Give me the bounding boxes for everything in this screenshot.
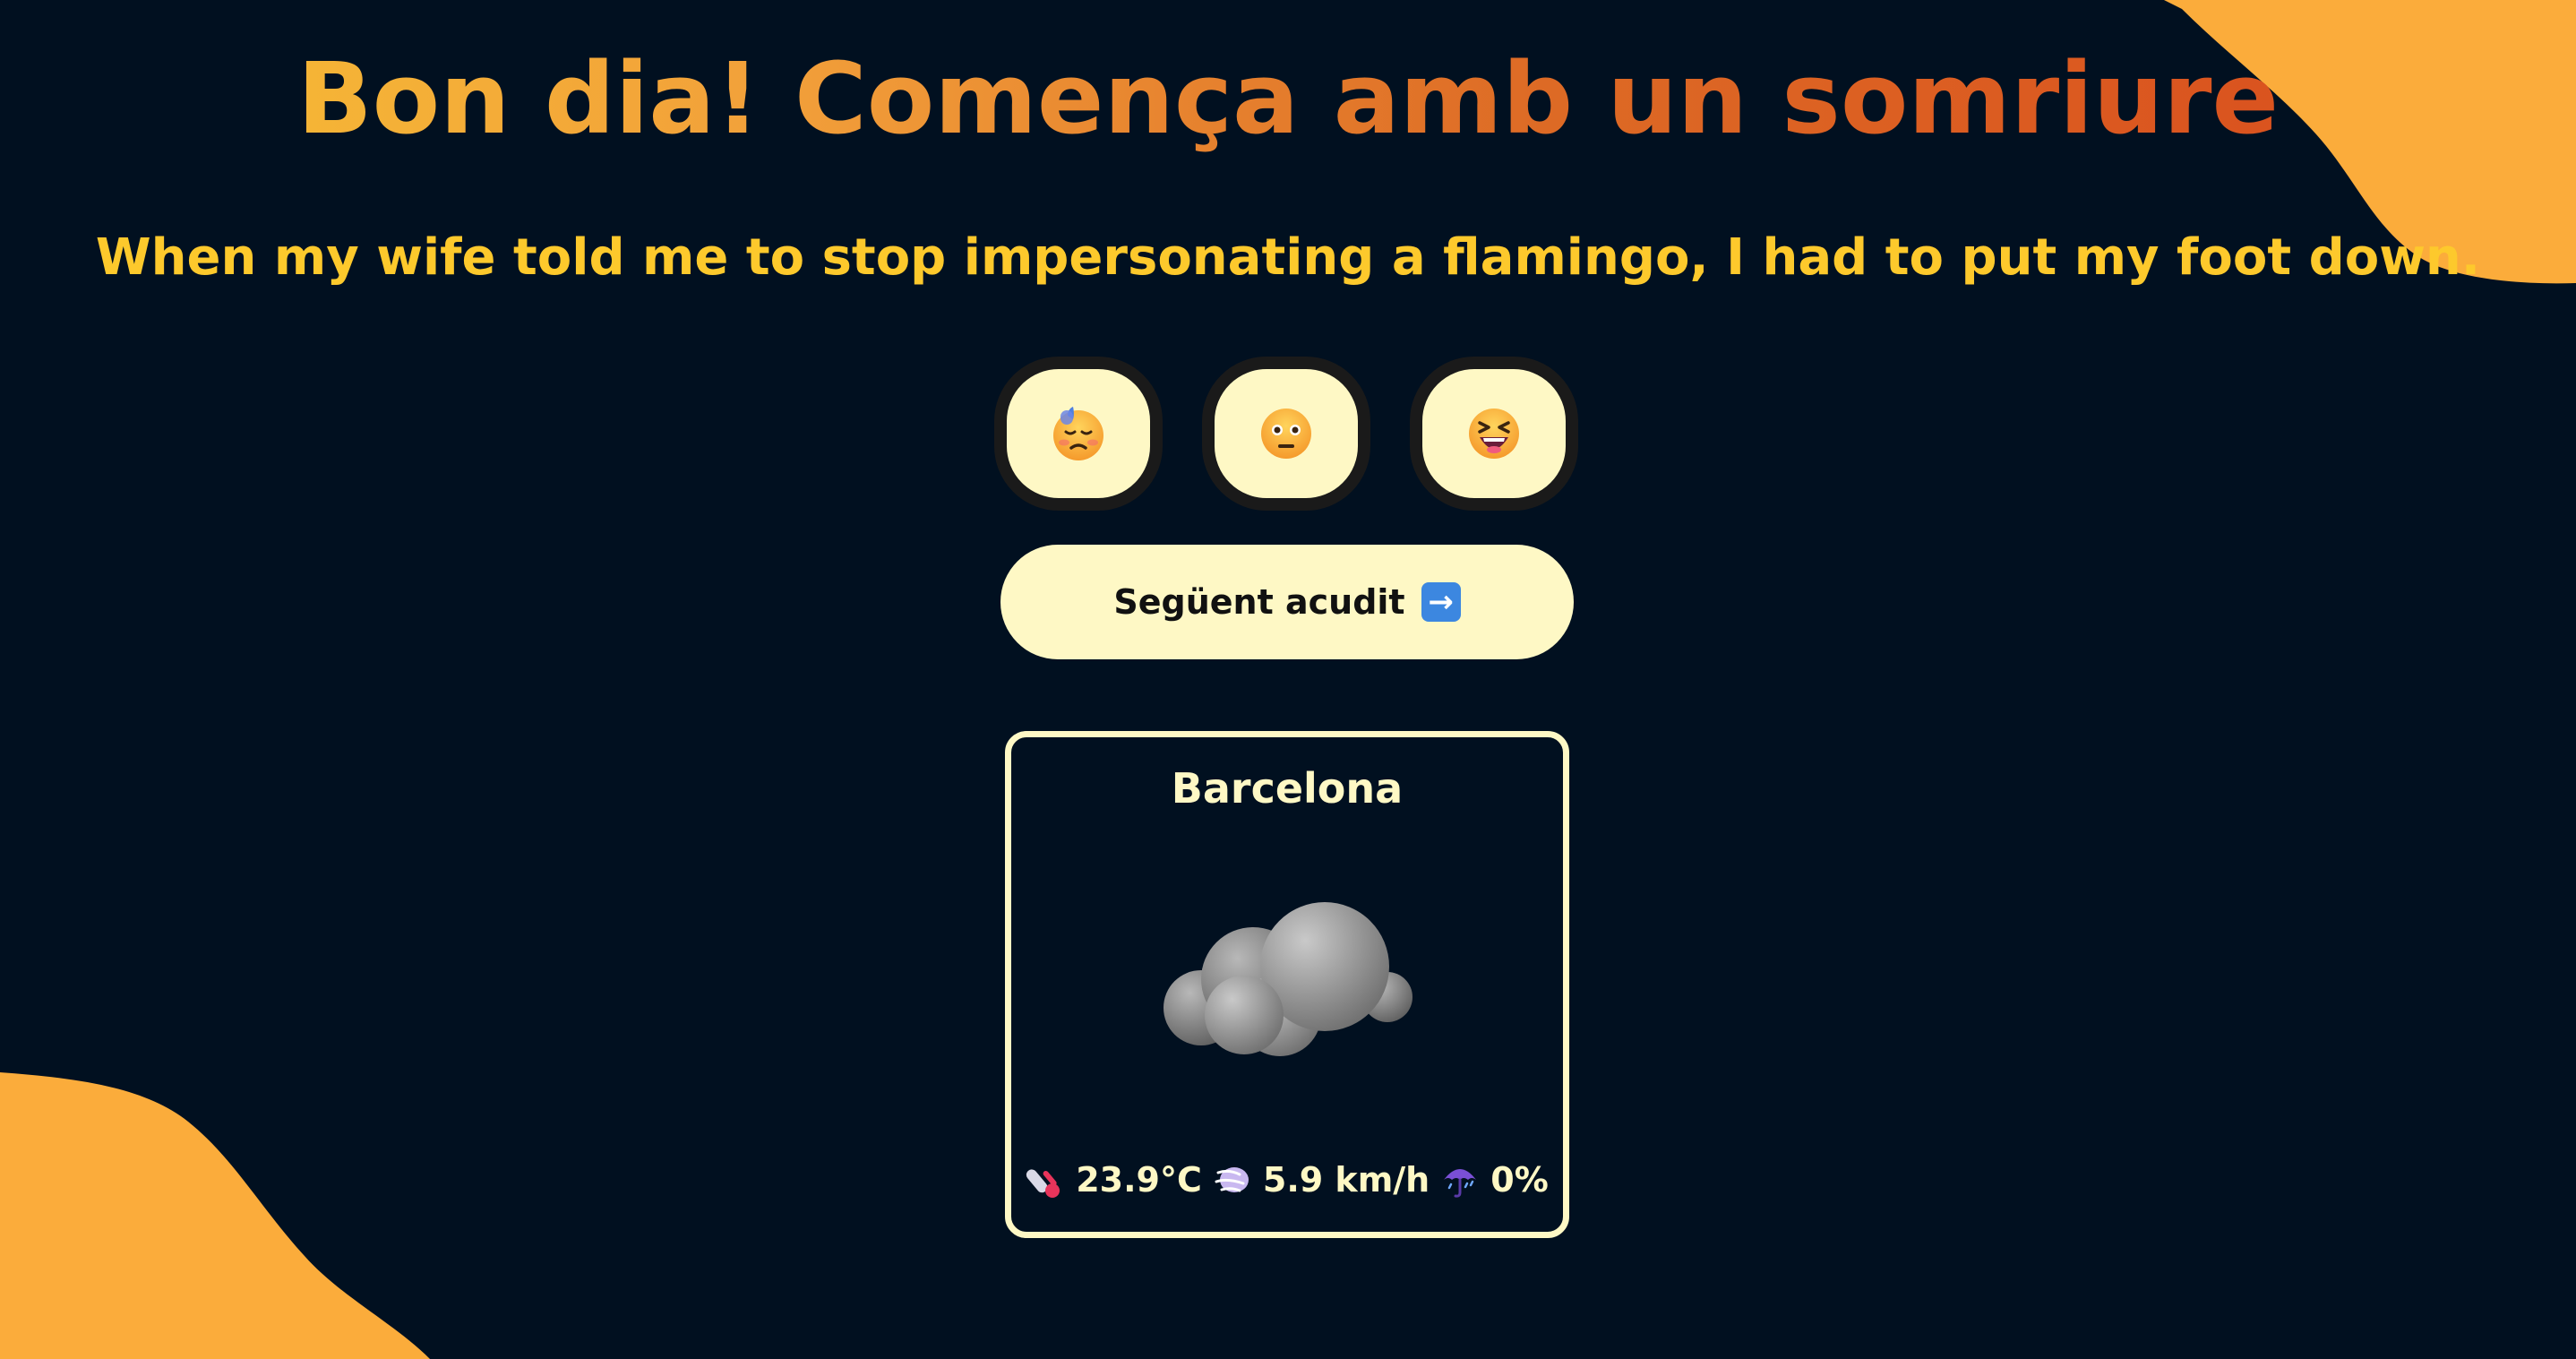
decorative-blob-bottom-left xyxy=(0,1072,430,1359)
title-greeting: Bon dia! xyxy=(296,41,760,156)
next-joke-label: Següent acudit xyxy=(1113,582,1405,622)
weather-stats: 23.9°C 5.9 km/h 0% xyxy=(1011,1160,1563,1200)
reaction-button-laugh[interactable] xyxy=(1410,357,1578,511)
weather-card: Barcelona 23.9°C 5.9 km/h 0% xyxy=(1005,731,1569,1238)
temperature-stat: 23.9°C xyxy=(1026,1160,1202,1200)
downcast-sweat-face-icon xyxy=(1053,407,1103,460)
next-joke-button[interactable]: Següent acudit → xyxy=(1000,545,1574,659)
precipitation-stat: 0% xyxy=(1440,1160,1549,1200)
wind-value: 5.9 km/h xyxy=(1262,1160,1430,1200)
reaction-buttons xyxy=(994,357,1580,511)
reaction-button-neutral[interactable] xyxy=(1202,357,1370,511)
page-title: Bon dia! Comença amb un somriure xyxy=(0,36,2576,161)
cloud-icon xyxy=(1163,902,1413,1056)
reaction-button-sad[interactable] xyxy=(994,357,1163,511)
right-arrow-icon: → xyxy=(1421,582,1461,622)
title-tagline: Comença amb un somriure xyxy=(794,41,2280,156)
page: Bon dia! Comença amb un somriure When my… xyxy=(0,0,2576,1359)
wind-stat: 5.9 km/h xyxy=(1213,1160,1430,1200)
precipitation-value: 0% xyxy=(1490,1160,1549,1200)
thermometer-icon xyxy=(1026,1169,1060,1198)
joke-text: When my wife told me to stop impersonati… xyxy=(95,228,2481,287)
weather-city: Barcelona xyxy=(1171,764,1404,813)
wind-icon xyxy=(1215,1167,1249,1192)
neutral-face-icon xyxy=(1261,409,1311,459)
umbrella-icon xyxy=(1444,1169,1477,1198)
laughing-face-icon xyxy=(1469,409,1519,459)
temperature-value: 23.9°C xyxy=(1076,1160,1202,1200)
